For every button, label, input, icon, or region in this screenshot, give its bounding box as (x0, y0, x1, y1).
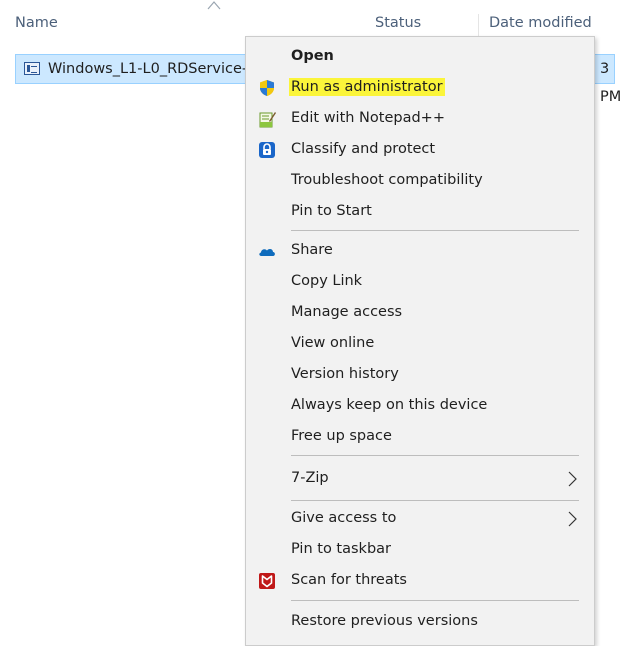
submenu-arrow-icon (568, 471, 577, 487)
column-header-name[interactable]: Name (15, 8, 58, 38)
menu-item-run-as-administrator[interactable]: Run as administrator (246, 72, 594, 103)
menu-item-open[interactable]: Open (246, 41, 594, 72)
menu-item-view-online[interactable]: View online (246, 328, 594, 359)
onedrive-cloud-icon (259, 248, 275, 256)
menu-label-edit-with-notepad: Edit with Notepad++ (291, 110, 445, 126)
menu-item-give-access-to[interactable]: Give access to (246, 503, 594, 534)
column-header-date-modified[interactable]: Date modified (489, 8, 592, 38)
menu-item-restore-previous-versions[interactable]: Restore previous versions (246, 606, 594, 637)
file-name: Windows_L1-L0_RDService- (48, 61, 248, 77)
menu-label-restore-previous-versions: Restore previous versions (291, 613, 478, 629)
azure-information-protection-icon (259, 142, 275, 158)
menu-label-run-as-administrator: Run as administrator (289, 78, 445, 96)
menu-label-classify-and-protect: Classify and protect (291, 141, 436, 157)
menu-item-pin-to-taskbar[interactable]: Pin to taskbar (246, 534, 594, 565)
column-divider[interactable] (478, 14, 479, 36)
menu-item-troubleshoot-compatibility[interactable]: Troubleshoot compatibility (246, 165, 594, 196)
menu-label-copy-link: Copy Link (291, 273, 363, 289)
column-status-label: Status (375, 15, 422, 31)
menu-label-troubleshoot-compatibility: Troubleshoot compatibility (291, 172, 483, 188)
mcafee-shield-icon (259, 573, 275, 589)
sort-ascending-icon (207, 1, 221, 10)
executable-file-icon (24, 62, 40, 75)
menu-separator (291, 230, 579, 231)
submenu-arrow-icon (568, 511, 577, 527)
column-name-label: Name (15, 15, 58, 31)
menu-separator (291, 500, 579, 501)
menu-item-share[interactable]: Share (246, 235, 594, 266)
uac-shield-icon (260, 80, 274, 96)
menu-label-open: Open (291, 48, 334, 64)
file-date-modified: 3 PM (600, 61, 622, 105)
column-date-label: Date modified (489, 15, 592, 31)
menu-item-manage-access[interactable]: Manage access (246, 297, 594, 328)
menu-item-pin-to-start[interactable]: Pin to Start (246, 196, 594, 227)
menu-label-pin-to-start: Pin to Start (291, 203, 372, 219)
menu-item-scan-for-threats[interactable]: Scan for threats (246, 565, 594, 596)
menu-separator (291, 600, 579, 601)
menu-label-share: Share (291, 242, 333, 258)
menu-label-always-keep-on-device: Always keep on this device (291, 397, 488, 413)
menu-label-give-access-to: Give access to (291, 510, 397, 526)
menu-label-pin-to-taskbar: Pin to taskbar (291, 541, 391, 557)
menu-label-version-history: Version history (291, 366, 399, 382)
context-menu: Open Run as administrator Edit with Note… (245, 36, 595, 646)
notepad-plus-plus-icon (259, 112, 276, 128)
menu-label-free-up-space: Free up space (291, 428, 392, 444)
menu-label-manage-access: Manage access (291, 304, 403, 320)
menu-separator (291, 455, 579, 456)
menu-item-classify-and-protect[interactable]: Classify and protect (246, 134, 594, 165)
menu-item-copy-link[interactable]: Copy Link (246, 266, 594, 297)
menu-label-view-online: View online (291, 335, 375, 351)
menu-item-edit-with-notepad[interactable]: Edit with Notepad++ (246, 103, 594, 134)
menu-item-7-zip[interactable]: 7-Zip (246, 463, 594, 494)
column-header-status[interactable]: Status (375, 8, 421, 38)
menu-item-always-keep-on-device[interactable]: Always keep on this device (246, 390, 594, 421)
menu-label-scan-for-threats: Scan for threats (291, 572, 407, 588)
menu-item-version-history[interactable]: Version history (246, 359, 594, 390)
menu-item-free-up-space[interactable]: Free up space (246, 421, 594, 452)
menu-label-7-zip: 7-Zip (291, 470, 329, 486)
